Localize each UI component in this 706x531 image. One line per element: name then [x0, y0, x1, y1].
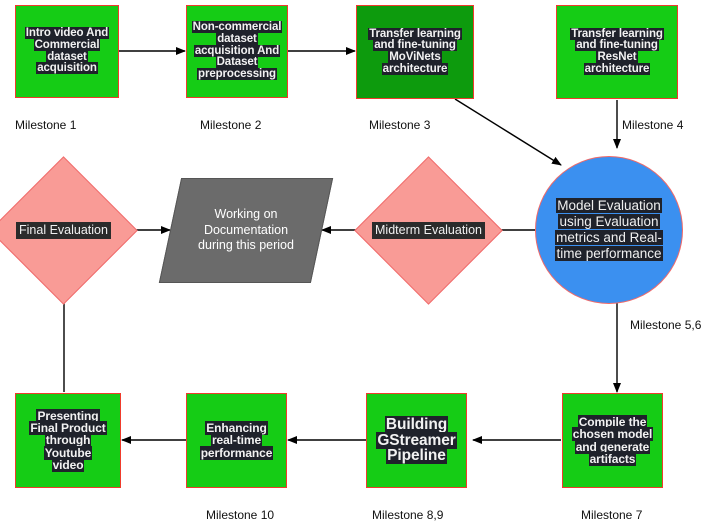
- node-final-evaluation[interactable]: Final Evaluation: [0, 156, 138, 305]
- node-gstreamer[interactable]: Building GStreamer Pipeline: [366, 393, 467, 488]
- node-intro-dataset-text: Intro video And Commercial dataset acqui…: [24, 27, 110, 75]
- node-gstreamer-text: Building GStreamer Pipeline: [376, 415, 457, 465]
- node-midterm-evaluation-label: Midterm Evaluation: [372, 222, 485, 239]
- flowchart-canvas: Intro video And Commercial dataset acqui…: [0, 0, 706, 531]
- milestone-label-4: Milestone 4: [622, 118, 684, 132]
- node-resnet[interactable]: Transfer learning and fine-tuning ResNet…: [556, 5, 678, 99]
- milestone-label-2: Milestone 2: [200, 118, 262, 132]
- node-compile-model[interactable]: Compile the chosen model and generate ar…: [562, 393, 663, 488]
- node-midterm-evaluation[interactable]: Midterm Evaluation: [354, 156, 503, 305]
- node-model-evaluation[interactable]: Model Evaluation using Evaluation metric…: [535, 156, 683, 304]
- node-model-evaluation-text: Model Evaluation using Evaluation metric…: [555, 198, 663, 261]
- node-documentation-text: Working on Documentation during this per…: [198, 207, 294, 253]
- milestone-label-56: Milestone 5,6: [630, 318, 702, 332]
- milestone-label-10: Milestone 10: [206, 508, 275, 522]
- milestone-label-1: Milestone 1: [15, 118, 77, 132]
- node-documentation[interactable]: Working on Documentation during this per…: [158, 178, 334, 283]
- milestone-label-3: Milestone 3: [369, 118, 431, 132]
- node-noncommercial-dataset[interactable]: Non-commercial dataset acquisition And D…: [186, 5, 288, 98]
- milestone-label-89: Milestone 8,9: [372, 508, 444, 522]
- node-compile-model-text: Compile the chosen model and generate ar…: [571, 415, 654, 466]
- node-enhancing-text: Enhancing real-time performance: [199, 421, 274, 460]
- node-presenting-text: Presenting Final Product through Youtube…: [29, 408, 107, 472]
- milestone-label-7: Milestone 7: [581, 508, 643, 522]
- node-movinets[interactable]: Transfer learning and fine-tuning MoViNe…: [356, 5, 474, 99]
- node-presenting[interactable]: Presenting Final Product through Youtube…: [15, 393, 121, 488]
- node-intro-dataset[interactable]: Intro video And Commercial dataset acqui…: [15, 5, 119, 98]
- node-noncommercial-dataset-text: Non-commercial dataset acquisition And D…: [191, 21, 283, 81]
- node-resnet-text: Transfer learning and fine-tuning ResNet…: [570, 27, 664, 75]
- node-final-evaluation-label: Final Evaluation: [16, 222, 111, 239]
- node-enhancing[interactable]: Enhancing real-time performance: [186, 393, 287, 488]
- edge-movinets-to-evaluation: [454, 98, 562, 166]
- node-movinets-text: Transfer learning and fine-tuning MoViNe…: [368, 27, 462, 75]
